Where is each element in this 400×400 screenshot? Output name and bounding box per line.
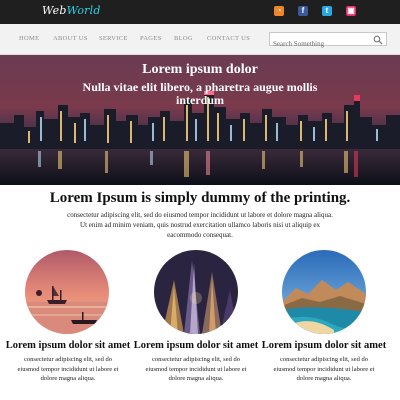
feature-text-3: consectetur adipiscing elit, sed do eius…	[273, 356, 375, 382]
twitter-icon[interactable]: t	[322, 6, 332, 16]
rss-icon[interactable]: ◔	[274, 6, 284, 16]
instagram-icon[interactable]: ▣	[346, 6, 356, 16]
feature-image-sunset-boat	[25, 250, 109, 334]
feature-image-skyscrapers	[154, 250, 238, 334]
section-intro: consectetur adipiscing elit, sed do eius…	[67, 211, 333, 239]
nav-home[interactable]: HOME	[19, 35, 39, 42]
site-logo[interactable]: WebWorld	[42, 4, 101, 17]
nav-contact-us[interactable]: CONTACT US	[207, 35, 250, 42]
search-input[interactable]	[270, 38, 373, 50]
section-headline: Lorem Ipsum is simply dummy of the print…	[49, 190, 351, 206]
feature-image-coastline	[282, 250, 366, 334]
facebook-icon[interactable]: f	[298, 6, 308, 16]
feature-title-2: Lorem ipsum dolor sit amet	[133, 340, 259, 351]
logo-text-web: Web	[42, 4, 67, 17]
nav-service[interactable]: SERVICE	[99, 35, 128, 42]
logo-text-world: World	[66, 4, 101, 17]
nav-pages[interactable]: PAGES	[140, 35, 162, 42]
hero-banner: Lorem ipsum dolor Nulla vitae elit liber…	[0, 55, 400, 185]
nav-blog[interactable]: BLOG	[174, 35, 193, 42]
feature-text-2: consectetur adipiscing elit, sed do eius…	[145, 356, 247, 382]
feature-title-1: Lorem ipsum dolor sit amet	[5, 340, 131, 351]
feature-text-1: consectetur adipiscing elit, sed do eius…	[17, 356, 119, 382]
hero-title: Lorem ipsum dolor	[142, 62, 258, 77]
top-bar: WebWorld ◔ f t ▣	[0, 0, 400, 24]
search-box	[269, 32, 387, 50]
search-icon[interactable]	[373, 35, 383, 45]
hero-subtitle: Nulla vitae elit libero, a pharetra augu…	[82, 80, 318, 107]
main-nav: HOME ABOUT US SERVICE PAGES BLOG CONTACT…	[0, 24, 400, 55]
nav-about-us[interactable]: ABOUT US	[53, 35, 88, 42]
feature-title-3: Lorem ipsum dolor sit amet	[261, 340, 387, 351]
